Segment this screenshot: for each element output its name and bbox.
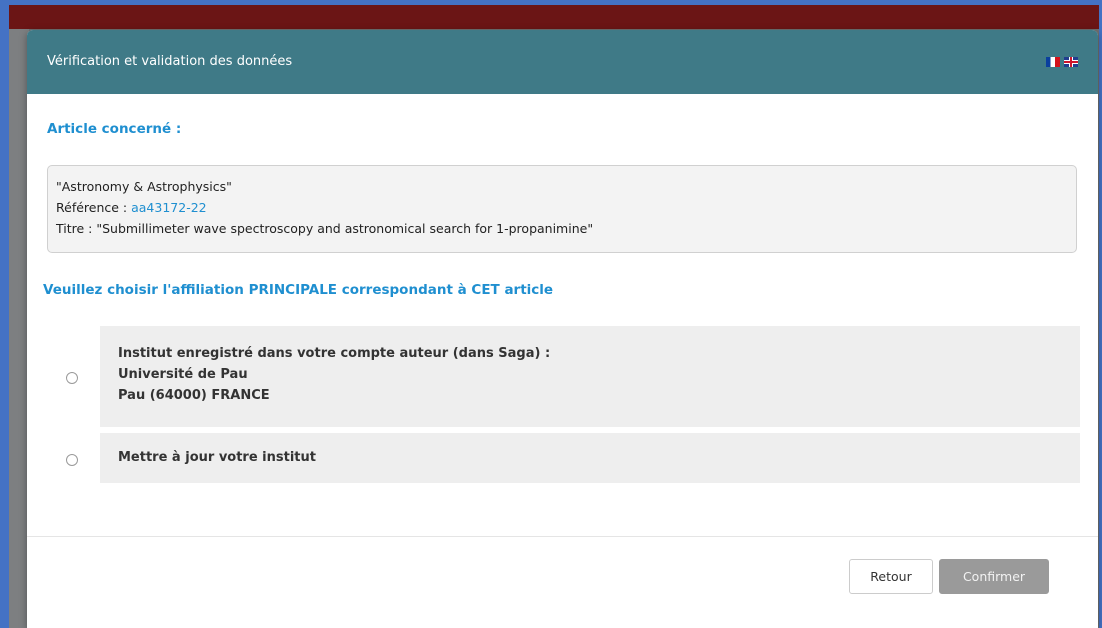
option-radio-cell (47, 326, 99, 427)
affiliation-radio-update[interactable] (66, 454, 78, 466)
option-radio-cell (47, 433, 99, 483)
option-label[interactable]: Mettre à jour votre institut (100, 433, 1080, 483)
background-page-header (9, 5, 1099, 29)
reference-value: aa43172-22 (131, 200, 207, 215)
option-label-line1: Institut enregistré dans votre compte au… (118, 346, 551, 361)
affiliation-section-title: Veuillez choisir l'affiliation PRINCIPAL… (43, 282, 554, 298)
article-title-line: Titre : "Submillimeter wave spectroscopy… (56, 221, 594, 236)
dialog-header: Vérification et validation des données (27, 30, 1098, 94)
background-page-edge (9, 29, 29, 628)
article-reference: Référence : aa43172-22 (56, 197, 1068, 218)
option-label-line2: Université de Pau (118, 367, 248, 382)
affiliation-option-registered[interactable]: Institut enregistré dans votre compte au… (47, 326, 1080, 427)
back-button[interactable]: Retour (849, 559, 933, 594)
window-frame-left (0, 0, 9, 628)
confirm-button[interactable]: Confirmer (939, 559, 1049, 594)
reference-label: Référence : (56, 200, 132, 215)
fr-flag-icon[interactable] (1046, 57, 1060, 67)
article-section-title: Article concerné : (47, 121, 182, 137)
dialog-title: Vérification et validation des données (47, 54, 293, 69)
article-info-box: "Astronomy & Astrophysics" Référence : a… (47, 165, 1077, 253)
option-label-line3: Pau (64000) FRANCE (118, 388, 270, 403)
article-journal: "Astronomy & Astrophysics" (56, 179, 232, 194)
option-label[interactable]: Institut enregistré dans votre compte au… (100, 326, 1080, 427)
option-label-line1: Mettre à jour votre institut (118, 450, 316, 465)
footer-divider (27, 536, 1098, 537)
validation-dialog: Vérification et validation des données A… (27, 30, 1098, 628)
affiliation-radio-registered[interactable] (66, 372, 78, 384)
uk-flag-icon[interactable] (1064, 57, 1078, 67)
language-switcher (1046, 57, 1078, 67)
affiliation-option-update[interactable]: Mettre à jour votre institut (47, 433, 1080, 483)
